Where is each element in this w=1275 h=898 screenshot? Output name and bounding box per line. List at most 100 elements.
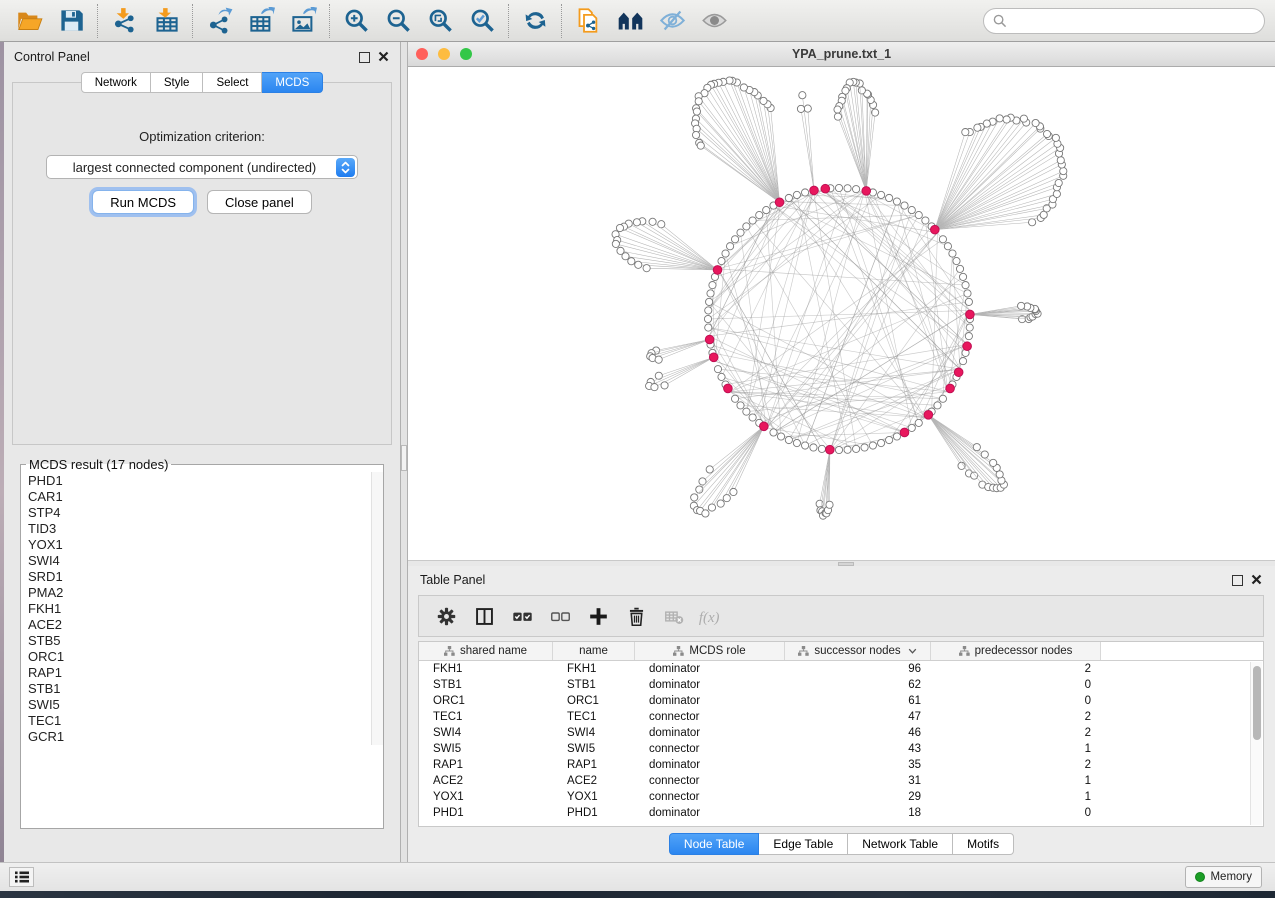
- deselect-all-button[interactable]: [541, 599, 579, 633]
- table-row[interactable]: ORC1ORC1dominator610: [419, 693, 1263, 709]
- table-row[interactable]: TEC1TEC1connector472: [419, 709, 1263, 725]
- table-row[interactable]: FKH1FKH1dominator962: [419, 661, 1263, 677]
- mcds-result-item[interactable]: TID3: [28, 521, 383, 537]
- save-session-button[interactable]: [50, 3, 92, 39]
- mcds-result-item[interactable]: ACE2: [28, 617, 383, 633]
- scrollbar-thumb[interactable]: [1253, 666, 1261, 740]
- hide-selected-button[interactable]: [651, 3, 693, 39]
- mcds-hub-node[interactable]: [900, 428, 909, 437]
- mcds-result-item[interactable]: YOX1: [28, 537, 383, 553]
- mcds-result-item[interactable]: ORC1: [28, 649, 383, 665]
- search-box[interactable]: [983, 8, 1265, 34]
- close-panel-icon[interactable]: [1251, 574, 1263, 586]
- table-row[interactable]: SWI5SWI5connector431: [419, 741, 1263, 757]
- show-all-button[interactable]: [693, 3, 735, 39]
- duplicate-network-button[interactable]: [567, 3, 609, 39]
- tab-edge-table[interactable]: Edge Table: [759, 833, 848, 855]
- window-close-icon[interactable]: [416, 48, 428, 60]
- table-row[interactable]: SWI4SWI4dominator462: [419, 725, 1263, 741]
- mcds-result-item[interactable]: GCR1: [28, 729, 383, 745]
- close-panel-button[interactable]: Close panel: [207, 190, 312, 214]
- mcds-result-item[interactable]: SWI5: [28, 697, 383, 713]
- mcds-result-item[interactable]: TEC1: [28, 713, 383, 729]
- first-neighbors-button[interactable]: [609, 3, 651, 39]
- mcds-hub-node[interactable]: [724, 384, 733, 393]
- mcds-hub-node[interactable]: [924, 411, 933, 420]
- mcds-hub-node[interactable]: [821, 184, 830, 193]
- mcds-hub-node[interactable]: [862, 187, 871, 196]
- mcds-result-item[interactable]: CAR1: [28, 489, 383, 505]
- mcds-hub-node[interactable]: [954, 368, 963, 377]
- mcds-result-item[interactable]: SRD1: [28, 569, 383, 585]
- open-session-button[interactable]: [8, 3, 50, 39]
- tab-style[interactable]: Style: [151, 72, 204, 93]
- vertical-splitter[interactable]: [400, 42, 408, 862]
- float-panel-icon[interactable]: [359, 52, 370, 63]
- import-network-button[interactable]: [103, 3, 145, 39]
- mcds-result-item[interactable]: PMA2: [28, 585, 383, 601]
- zoom-out-button[interactable]: [377, 3, 419, 39]
- mcds-result-item[interactable]: SWI4: [28, 553, 383, 569]
- tab-select[interactable]: Select: [203, 72, 262, 93]
- window-zoom-icon[interactable]: [460, 48, 472, 60]
- criterion-select[interactable]: largest connected component (undirected): [46, 155, 358, 179]
- tab-node-table[interactable]: Node Table: [669, 833, 760, 855]
- mcds-result-item[interactable]: RAP1: [28, 665, 383, 681]
- show-columns-button[interactable]: [465, 599, 503, 633]
- network-canvas[interactable]: [408, 67, 1275, 560]
- table-row[interactable]: ACE2ACE2connector311: [419, 773, 1263, 789]
- export-table-button[interactable]: [240, 3, 282, 39]
- task-history-button[interactable]: [9, 867, 34, 887]
- tab-network[interactable]: Network: [81, 72, 151, 93]
- splitter-handle[interactable]: [838, 562, 854, 566]
- add-row-button[interactable]: [579, 599, 617, 633]
- import-table-button[interactable]: [145, 3, 187, 39]
- mcds-hub-node[interactable]: [826, 445, 835, 454]
- tab-network-table[interactable]: Network Table: [848, 833, 953, 855]
- search-input[interactable]: [1012, 11, 1255, 31]
- mcds-hub-node[interactable]: [810, 186, 819, 195]
- column-header-name[interactable]: name: [553, 642, 635, 660]
- mcds-result-item[interactable]: STB5: [28, 633, 383, 649]
- mcds-result-item[interactable]: STB1: [28, 681, 383, 697]
- mcds-hub-node[interactable]: [713, 266, 722, 275]
- zoom-selected-button[interactable]: [461, 3, 503, 39]
- result-scrollbar[interactable]: [371, 472, 383, 745]
- float-panel-icon[interactable]: [1232, 575, 1243, 586]
- mcds-hub-node[interactable]: [966, 310, 975, 319]
- mcds-hub-node[interactable]: [760, 422, 769, 431]
- refresh-button[interactable]: [514, 3, 556, 39]
- horizontal-splitter[interactable]: [408, 560, 1275, 566]
- export-network-button[interactable]: [198, 3, 240, 39]
- run-mcds-button[interactable]: Run MCDS: [92, 190, 194, 214]
- column-header-successor-nodes[interactable]: successor nodes: [785, 642, 931, 660]
- table-row[interactable]: STB1STB1dominator620: [419, 677, 1263, 693]
- mcds-result-item[interactable]: PHD1: [28, 473, 383, 489]
- table-scrollbar[interactable]: [1250, 662, 1262, 825]
- mcds-hub-node[interactable]: [946, 384, 955, 393]
- mcds-hub-node[interactable]: [931, 225, 940, 234]
- table-row[interactable]: RAP1RAP1dominator352: [419, 757, 1263, 773]
- table-row[interactable]: PHD1PHD1dominator180: [419, 805, 1263, 821]
- select-all-button[interactable]: [503, 599, 541, 633]
- mcds-hub-node[interactable]: [775, 198, 784, 207]
- mcds-hub-node[interactable]: [705, 335, 714, 344]
- export-image-button[interactable]: [282, 3, 324, 39]
- mcds-result-item[interactable]: STP4: [28, 505, 383, 521]
- network-window-titlebar[interactable]: YPA_prune.txt_1: [408, 42, 1275, 67]
- window-minimize-icon[interactable]: [438, 48, 450, 60]
- table-settings-button[interactable]: [427, 599, 465, 633]
- mcds-result-item[interactable]: FKH1: [28, 601, 383, 617]
- mcds-hub-node[interactable]: [709, 353, 718, 362]
- mcds-hub-node[interactable]: [963, 342, 972, 351]
- column-header-predecessor-nodes[interactable]: predecessor nodes: [931, 642, 1101, 660]
- zoom-in-button[interactable]: [335, 3, 377, 39]
- zoom-fit-button[interactable]: [419, 3, 461, 39]
- close-panel-icon[interactable]: [378, 51, 390, 63]
- splitter-handle[interactable]: [401, 445, 407, 471]
- column-header-MCDS-role[interactable]: MCDS role: [635, 642, 785, 660]
- tab-motifs[interactable]: Motifs: [953, 833, 1014, 855]
- table-row[interactable]: YOX1YOX1connector291: [419, 789, 1263, 805]
- tab-mcds[interactable]: MCDS: [262, 72, 323, 93]
- delete-row-button[interactable]: [617, 599, 655, 633]
